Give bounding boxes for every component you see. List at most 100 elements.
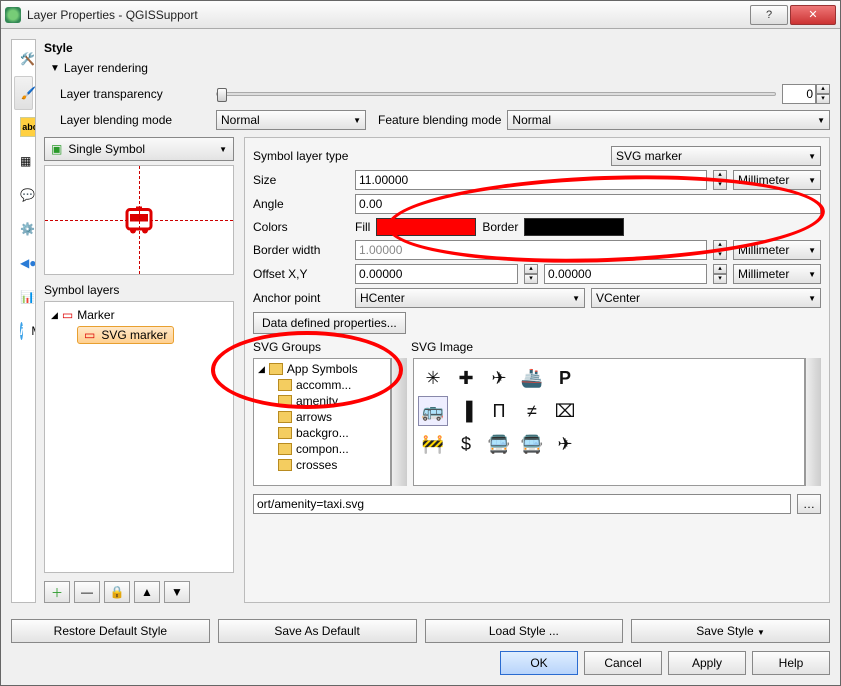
tree-item[interactable]: compon... xyxy=(256,441,388,457)
svg-symbol[interactable]: ≠ xyxy=(517,396,547,426)
transparency-label: Layer transparency xyxy=(60,87,210,101)
border-width-unit-select[interactable]: Millimeter▼ xyxy=(733,240,821,260)
svg-symbol[interactable]: ✈ xyxy=(484,363,514,393)
scrollbar[interactable] xyxy=(805,358,821,486)
offset-y-input[interactable] xyxy=(544,264,707,284)
close-titlebar-button[interactable]: ✕ xyxy=(790,5,836,25)
svg-symbol[interactable] xyxy=(583,429,613,459)
spin-up-icon[interactable]: ▴ xyxy=(524,264,538,274)
svg-symbol[interactable]: 🚢 xyxy=(517,363,547,393)
symbol-layers-label: Symbol layers xyxy=(44,283,234,297)
anchor-v-select[interactable]: VCenter▼ xyxy=(591,288,821,308)
help-titlebar-button[interactable]: ? xyxy=(750,5,788,25)
brush-icon: 🖌️ xyxy=(21,83,36,103)
symbol-layer-type-select[interactable]: SVG marker▼ xyxy=(611,146,821,166)
transparency-spin[interactable]: ▴▾ xyxy=(782,84,830,104)
load-style-button[interactable]: Load Style ... xyxy=(425,619,624,643)
svg-symbol[interactable]: $ xyxy=(451,429,481,459)
scrollbar[interactable] xyxy=(391,358,407,486)
single-symbol-icon: ▣ xyxy=(51,142,62,156)
sidebar-item-joins[interactable]: ◀● Joins xyxy=(14,246,33,280)
tree-item[interactable]: arrows xyxy=(256,409,388,425)
slider-thumb[interactable] xyxy=(217,88,227,102)
size-unit-select[interactable]: Millimeter▼ xyxy=(733,170,821,190)
spin-down-icon[interactable]: ▾ xyxy=(713,250,727,260)
symbol-preview xyxy=(44,165,234,275)
tree-item[interactable]: ◢App Symbols xyxy=(256,361,388,377)
svg-symbol[interactable]: ⌧ xyxy=(550,396,580,426)
transparency-slider[interactable] xyxy=(216,92,776,96)
spin-down-icon[interactable]: ▾ xyxy=(713,180,727,190)
svg-symbol[interactable]: ✈ xyxy=(550,429,580,459)
sidebar-item-actions[interactable]: ⚙️ Actions xyxy=(14,212,33,246)
svg-symbol[interactable] xyxy=(583,396,613,426)
sidebar-item-metadata[interactable]: i Metadata xyxy=(14,314,33,348)
fill-color-button[interactable] xyxy=(376,218,476,236)
tree-child[interactable]: ▭ SVG marker xyxy=(75,324,229,346)
svg-symbol[interactable]: 🚍 xyxy=(484,429,514,459)
sidebar-item-diagrams[interactable]: 📊 Diagrams xyxy=(14,280,33,314)
remove-layer-button[interactable]: — xyxy=(74,581,100,603)
move-up-button[interactable]: ▲ xyxy=(134,581,160,603)
svg-symbol[interactable] xyxy=(583,363,613,393)
svg-symbol[interactable]: P xyxy=(550,363,580,393)
move-down-button[interactable]: ▼ xyxy=(164,581,190,603)
offset-unit-select[interactable]: Millimeter▼ xyxy=(733,264,821,284)
tree-root[interactable]: ◢ ▭ Marker xyxy=(49,306,229,324)
browse-svg-button[interactable]: … xyxy=(797,494,821,514)
svg-symbol[interactable]: 🚧 xyxy=(418,429,448,459)
tree-item[interactable]: backgro... xyxy=(256,425,388,441)
collapse-triangle-icon: ▼ xyxy=(50,63,60,74)
offset-x-input[interactable] xyxy=(355,264,518,284)
svg-symbol-selected[interactable]: 🚌 xyxy=(418,396,448,426)
gear-icon: ⚙️ xyxy=(20,219,35,239)
data-defined-button[interactable]: Data defined properties... xyxy=(253,312,406,334)
spin-up-icon[interactable]: ▴ xyxy=(713,240,727,250)
spin-down-icon[interactable]: ▾ xyxy=(713,274,727,284)
sidebar-item-fields[interactable]: ▦ Fields xyxy=(14,144,33,178)
renderer-combo[interactable]: ▣ Single Symbol ▼ xyxy=(44,137,234,161)
svg-path-input[interactable] xyxy=(253,494,791,514)
size-input[interactable] xyxy=(355,170,707,190)
feature-blend-select[interactable]: Normal▼ xyxy=(507,110,830,130)
svg-symbol[interactable]: ✳ xyxy=(418,363,448,393)
save-style-button[interactable]: Save Style ▼ xyxy=(631,619,830,643)
transparency-value[interactable] xyxy=(782,84,816,104)
symbol-layers-tree[interactable]: ◢ ▭ Marker ▭ SVG marker xyxy=(44,301,234,573)
spin-up-icon[interactable]: ▴ xyxy=(816,84,830,94)
save-default-button[interactable]: Save As Default xyxy=(218,619,417,643)
spin-down-icon[interactable]: ▾ xyxy=(524,274,538,284)
border-width-input[interactable] xyxy=(355,240,707,260)
cancel-button[interactable]: Cancel xyxy=(584,651,662,675)
svg-symbol[interactable]: 🚍 xyxy=(517,429,547,459)
restore-default-button[interactable]: Restore Default Style xyxy=(11,619,210,643)
sidebar-item-labels[interactable]: abc Labels xyxy=(14,110,33,144)
layer-rendering-header[interactable]: ▼ Layer rendering xyxy=(44,59,830,81)
svg-symbol[interactable]: Π xyxy=(484,396,514,426)
layer-blend-select[interactable]: Normal▼ xyxy=(216,110,366,130)
svg-image-grid[interactable]: ✳ ✚ ✈ 🚢 P 🚌 ▐ Π ≠ ⌧ xyxy=(413,358,805,486)
spin-down-icon[interactable]: ▾ xyxy=(816,94,830,104)
chevron-down-icon: ▼ xyxy=(572,294,580,303)
tree-item[interactable]: amenity xyxy=(256,393,388,409)
svg-symbol[interactable]: ▐ xyxy=(451,396,481,426)
svg-symbol[interactable]: ✚ xyxy=(451,363,481,393)
border-color-button[interactable] xyxy=(524,218,624,236)
symbol-layer-type-label: Symbol layer type xyxy=(253,149,349,163)
angle-input[interactable] xyxy=(355,194,821,214)
spin-up-icon[interactable]: ▴ xyxy=(713,264,727,274)
apply-button[interactable]: Apply xyxy=(668,651,746,675)
ok-button[interactable]: OK xyxy=(500,651,578,675)
sidebar-item-general[interactable]: 🛠️ General xyxy=(14,42,33,76)
svg-groups-tree[interactable]: ◢App Symbols accomm... amenity arrows ba… xyxy=(253,358,391,486)
spin-up-icon[interactable]: ▴ xyxy=(713,170,727,180)
anchor-h-select[interactable]: HCenter▼ xyxy=(355,288,585,308)
tree-item[interactable]: crosses xyxy=(256,457,388,473)
info-icon: i xyxy=(20,322,23,340)
help-button[interactable]: Help xyxy=(752,651,830,675)
add-layer-button[interactable]: ＋ xyxy=(44,581,70,603)
tree-item[interactable]: accomm... xyxy=(256,377,388,393)
lock-layer-button[interactable]: 🔒 xyxy=(104,581,130,603)
sidebar-item-style[interactable]: 🖌️ Style xyxy=(14,76,33,110)
sidebar-item-display[interactable]: 💬 Display xyxy=(14,178,33,212)
